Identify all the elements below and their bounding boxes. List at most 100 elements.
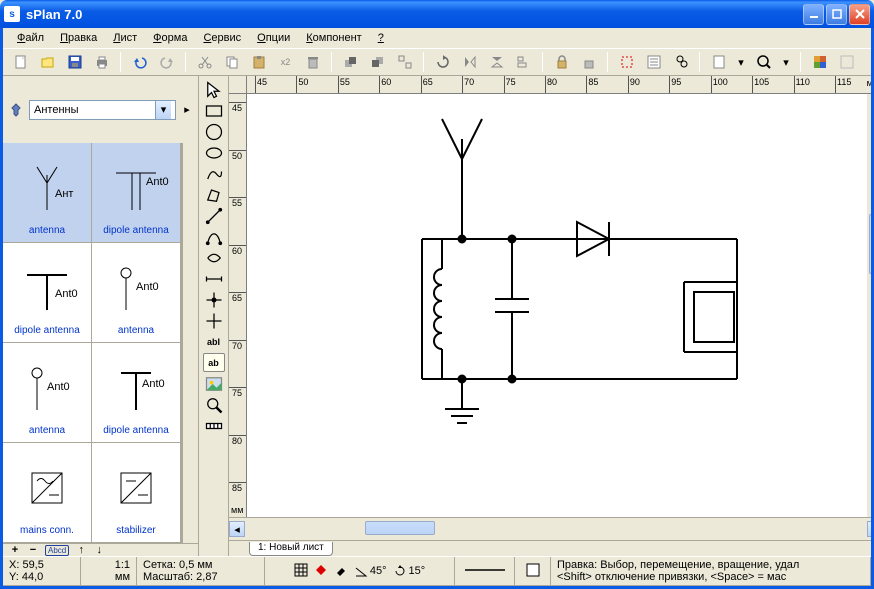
library-item[interactable]: Ant0antenna — [3, 343, 92, 443]
copy-icon[interactable] — [220, 51, 243, 73]
image-tool-icon[interactable] — [203, 374, 225, 393]
new-file-icon[interactable] — [9, 51, 32, 73]
circle-tool-icon[interactable] — [203, 122, 225, 141]
library-item[interactable]: Ant0dipole antenna — [92, 343, 181, 443]
svg-text:Ant0: Ant0 — [55, 288, 78, 300]
library-item[interactable]: Антantenna — [3, 143, 92, 243]
fillcolor-icon[interactable] — [526, 563, 540, 580]
undo-icon[interactable] — [128, 51, 151, 73]
horizontal-ruler: 4550556065707580859095100105110115 мм — [229, 76, 871, 94]
lock-icon[interactable] — [550, 51, 573, 73]
save-file-icon[interactable] — [63, 51, 86, 73]
bezier-tool-icon[interactable] — [203, 227, 225, 246]
connector-tool-icon[interactable] — [203, 311, 225, 330]
dropdown-icon[interactable]: ▾ — [734, 52, 748, 72]
library-item[interactable]: mains conn. — [3, 443, 92, 543]
scroll-right-icon[interactable]: ▸ — [867, 521, 871, 537]
library-item-label: dipole antenna — [103, 223, 169, 238]
delete-icon[interactable] — [301, 51, 324, 73]
magnifier-tool-icon[interactable] — [203, 395, 225, 414]
library-item[interactable]: Ant0antenna — [92, 243, 181, 343]
open-file-icon[interactable] — [36, 51, 59, 73]
library-selector[interactable]: Антенны ▾ — [29, 100, 176, 120]
bring-front-icon[interactable] — [339, 51, 362, 73]
ellipse-tool-icon[interactable] — [203, 143, 225, 162]
menu-опции[interactable]: Опции — [249, 30, 298, 46]
group-icon[interactable] — [393, 51, 416, 73]
freeform-tool-icon[interactable] — [203, 164, 225, 183]
rubber-icon[interactable] — [334, 563, 348, 580]
rotate-step-icon[interactable]: 15° — [393, 564, 426, 578]
status-grid: Сетка: 0,5 мм — [143, 559, 258, 571]
library-item[interactable]: Ant0dipole antenna — [3, 243, 92, 343]
toolopt-icon[interactable] — [835, 51, 858, 73]
duplicate-icon[interactable]: x2 — [274, 51, 297, 73]
menu-правка[interactable]: Правка — [52, 30, 105, 46]
sheet-tab[interactable]: 1: Новый лист — [249, 542, 333, 556]
svg-text:Ant0: Ant0 — [146, 176, 169, 188]
library-item-label: mains conn. — [20, 523, 74, 538]
scroll-left-icon[interactable]: ◂ — [229, 521, 245, 537]
polygon-tool-icon[interactable] — [203, 185, 225, 204]
mirror-h-icon[interactable] — [458, 51, 481, 73]
colors-icon[interactable] — [808, 51, 831, 73]
main-toolbar: x2 ▾ ▾ — [3, 48, 871, 76]
dropdown-icon[interactable]: ▾ — [779, 52, 793, 72]
library-item[interactable]: stabilizer — [92, 443, 181, 543]
snap-toggle-icon[interactable] — [314, 563, 328, 580]
align-icon[interactable] — [512, 51, 535, 73]
text-tool-icon[interactable]: abI — [203, 332, 225, 351]
maximize-button[interactable] — [826, 4, 847, 25]
rect-tool-icon[interactable] — [203, 101, 225, 120]
vertical-ruler: мм 455055606570758085 — [229, 94, 247, 517]
page-icon[interactable] — [707, 51, 730, 73]
rotate-icon[interactable] — [431, 51, 454, 73]
print-icon[interactable] — [90, 51, 113, 73]
textbox-tool-icon[interactable]: ab — [203, 353, 225, 372]
vertical-scrollbar[interactable] — [867, 94, 871, 517]
library-item[interactable]: Ant0 dipole antenna — [92, 143, 181, 243]
linestyle-icon[interactable] — [465, 565, 505, 577]
angle-icon[interactable]: 45° — [354, 564, 387, 578]
menu-лист[interactable]: Лист — [105, 30, 145, 46]
minimize-button[interactable] — [803, 4, 824, 25]
find-icon[interactable] — [669, 51, 692, 73]
chevron-down-icon[interactable]: ▾ — [155, 101, 171, 119]
library-scrollbar[interactable] — [182, 143, 198, 543]
menu-файл[interactable]: Файл — [9, 30, 52, 46]
pointer-tool-icon[interactable] — [203, 80, 225, 99]
svg-text:Ant0: Ant0 — [47, 381, 70, 393]
up-arrow-icon[interactable]: ↑ — [75, 544, 87, 556]
line-tool-icon[interactable] — [203, 206, 225, 225]
redo-icon[interactable] — [155, 51, 178, 73]
node-tool-icon[interactable] — [203, 290, 225, 309]
zoom-icon[interactable] — [752, 51, 775, 73]
measure-tool-icon[interactable] — [203, 416, 225, 435]
mirror-v-icon[interactable] — [485, 51, 508, 73]
library-next-icon[interactable]: ▸ — [180, 100, 194, 120]
grid-toggle-icon[interactable] — [294, 563, 308, 580]
plus-icon[interactable]: + — [9, 544, 21, 556]
cut-icon[interactable] — [193, 51, 216, 73]
library-item-label: stabilizer — [116, 523, 155, 538]
menu-?[interactable]: ? — [370, 30, 392, 46]
snap-icon[interactable] — [615, 51, 638, 73]
menu-компонент[interactable]: Компонент — [298, 30, 369, 46]
paste-icon[interactable] — [247, 51, 270, 73]
horizontal-scrollbar[interactable]: ◂ ▸ — [229, 517, 871, 540]
pin-icon[interactable] — [7, 101, 25, 119]
menu-bar: ФайлПравкаЛистФормаСервисОпцииКомпонент? — [3, 28, 871, 48]
send-back-icon[interactable] — [366, 51, 389, 73]
status-hint1: Правка: Выбор, перемещение, вращение, уд… — [557, 559, 864, 571]
menu-сервис[interactable]: Сервис — [195, 30, 249, 46]
close-button[interactable] — [849, 4, 870, 25]
spline-tool-icon[interactable] — [203, 248, 225, 267]
menu-форма[interactable]: Форма — [145, 30, 195, 46]
list-icon[interactable] — [642, 51, 665, 73]
dimension-tool-icon[interactable] — [203, 269, 225, 288]
abcd-button[interactable]: Abcd — [45, 545, 69, 556]
unlock-icon[interactable] — [577, 51, 600, 73]
canvas[interactable] — [247, 94, 867, 517]
down-arrow-icon[interactable]: ↓ — [93, 544, 105, 556]
minus-icon[interactable]: − — [27, 544, 39, 556]
